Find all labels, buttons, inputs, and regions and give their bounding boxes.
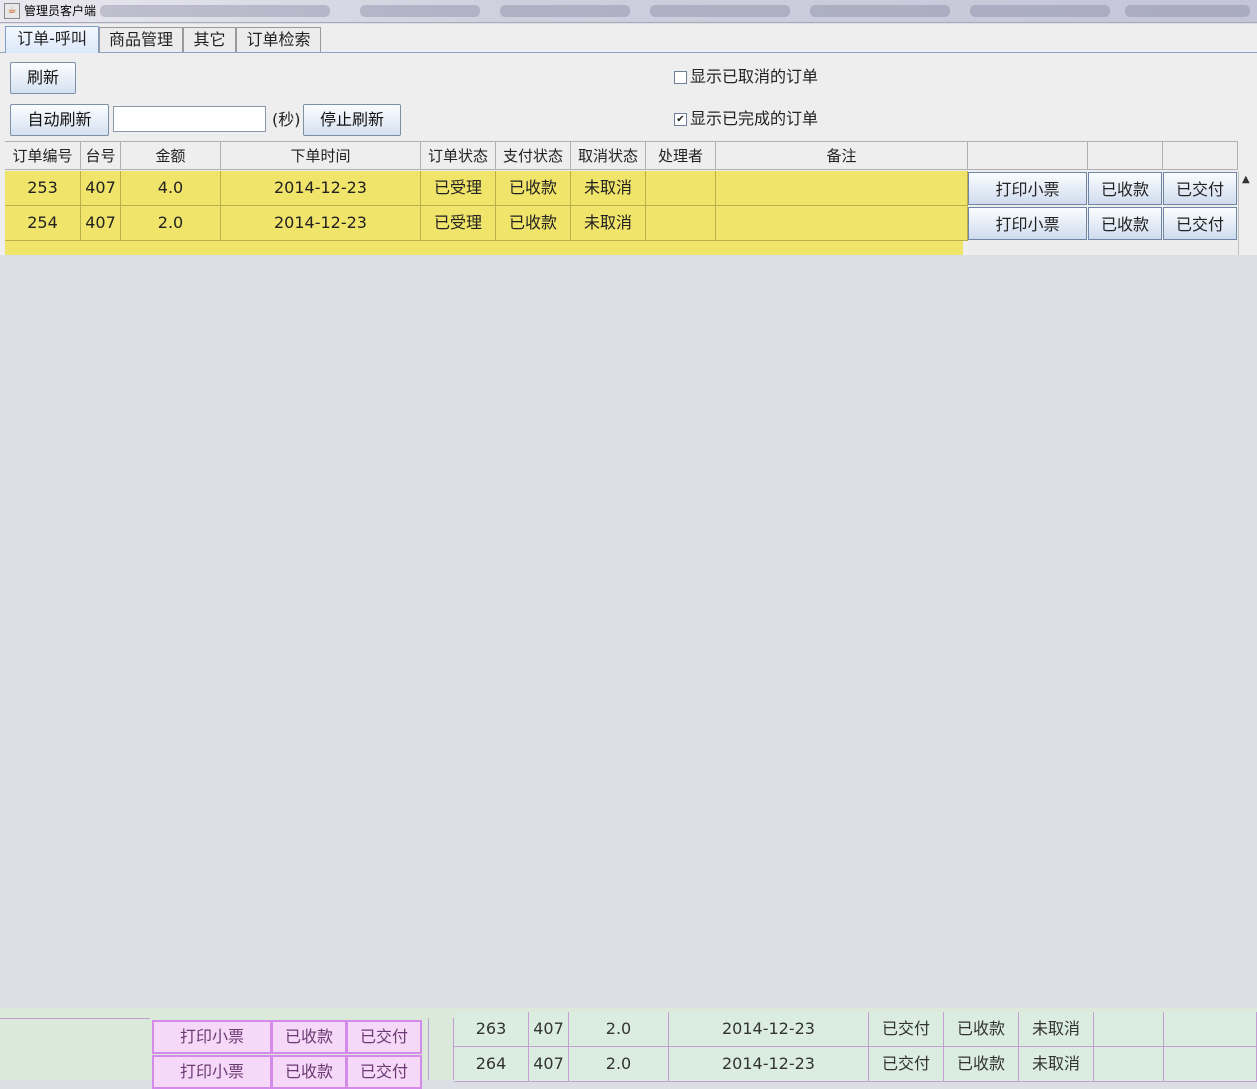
print-receipt-button[interactable]: 打印小票 — [152, 1055, 272, 1089]
cell-order-time: 2014-12-23 — [669, 1012, 869, 1047]
blurred-taskbar-region — [970, 5, 1110, 17]
scroll-up-arrow-icon[interactable]: ▲ — [1242, 174, 1250, 185]
col-delivered-action[interactable] — [1163, 141, 1238, 170]
blurred-taskbar-region — [650, 5, 790, 17]
cell-order-status: 已交付 — [869, 1012, 944, 1047]
cell-amount: 2.0 — [121, 206, 221, 241]
print-receipt-button[interactable]: 打印小票 — [152, 1020, 272, 1054]
window-title: 管理员客户端 — [24, 4, 97, 18]
cell-order-id: 253 — [5, 171, 81, 206]
show-cancelled-label: 显示已取消的订单 — [690, 67, 819, 86]
cell-order-id: 254 — [5, 206, 81, 241]
refresh-interval-input[interactable] — [113, 106, 266, 132]
col-paid-action[interactable] — [1088, 141, 1163, 170]
tab-order-call[interactable]: 订单-呼叫 — [5, 26, 99, 53]
refresh-button[interactable]: 刷新 — [10, 62, 76, 94]
cell-amount: 2.0 — [569, 1047, 669, 1082]
cell-order-status: 已受理 — [421, 206, 496, 241]
partial-row-background — [5, 241, 963, 255]
cell-table-no: 407 — [529, 1047, 569, 1082]
cell-cancel-status: 未取消 — [571, 171, 646, 206]
show-cancelled-checkbox[interactable] — [674, 71, 687, 84]
col-table-no[interactable]: 台号 — [81, 141, 121, 170]
col-order-status[interactable]: 订单状态 — [421, 141, 496, 170]
col-amount[interactable]: 金额 — [121, 141, 221, 170]
cell-cancel-status: 未取消 — [571, 206, 646, 241]
cell-table-no: 407 — [81, 171, 121, 206]
bottom-render-fragment: 打印小票 已收款 已交付 打印小票 已收款 已交付 263 407 2.0 20… — [0, 1008, 1257, 1089]
blurred-taskbar-region — [810, 5, 950, 17]
cell-table-no: 407 — [529, 1012, 569, 1047]
cell-order-id: 263 — [454, 1012, 529, 1047]
blurred-taskbar-region — [100, 5, 330, 17]
mark-paid-button[interactable]: 已收款 — [271, 1055, 347, 1089]
col-print-action[interactable] — [968, 141, 1088, 170]
mark-paid-button[interactable]: 已收款 — [271, 1020, 347, 1054]
col-handler[interactable]: 处理者 — [646, 141, 716, 170]
cell-handler — [1094, 1012, 1164, 1047]
blurred-taskbar-region — [1125, 5, 1250, 17]
col-order-time[interactable]: 下单时间 — [221, 141, 421, 170]
tab-other[interactable]: 其它 — [183, 27, 236, 52]
column-divider — [428, 1018, 454, 1080]
print-receipt-button[interactable]: 打印小票 — [968, 172, 1087, 205]
grid-line — [0, 1018, 150, 1019]
cell-pay-status: 已收款 — [496, 171, 571, 206]
mark-paid-button[interactable]: 已收款 — [1088, 207, 1162, 240]
cell-amount: 2.0 — [569, 1012, 669, 1047]
cell-handler — [646, 206, 716, 241]
cell-order-status: 已受理 — [421, 171, 496, 206]
show-completed-checkbox[interactable]: ✔ — [674, 113, 687, 126]
blurred-taskbar-region — [500, 5, 630, 17]
check-mark-icon: ✔ — [676, 114, 685, 125]
cell-handler — [646, 171, 716, 206]
show-completed-label: 显示已完成的订单 — [690, 109, 819, 128]
mark-paid-button[interactable]: 已收款 — [1088, 172, 1162, 205]
tab-order-search[interactable]: 订单检索 — [236, 27, 321, 52]
cell-table-no: 407 — [81, 206, 121, 241]
blurred-taskbar-region — [360, 5, 480, 17]
cell-pay-status: 已收款 — [944, 1012, 1019, 1047]
java-app-icon: ☕ — [4, 3, 20, 19]
col-pay-status[interactable]: 支付状态 — [496, 141, 571, 170]
col-note[interactable]: 备注 — [716, 141, 968, 170]
auto-refresh-button[interactable]: 自动刷新 — [10, 104, 109, 136]
cell-order-time: 2014-12-23 — [669, 1047, 869, 1082]
mark-delivered-button[interactable]: 已交付 — [346, 1055, 422, 1089]
main-tabbar: 订单-呼叫 商品管理 其它 订单检索 — [0, 24, 1257, 53]
cell-cancel-status: 未取消 — [1019, 1047, 1094, 1082]
cell-note — [1164, 1012, 1257, 1047]
cell-note — [716, 206, 968, 241]
cell-note — [716, 171, 968, 206]
cell-handler — [1094, 1047, 1164, 1082]
table-scrollbar[interactable]: ▲ — [1238, 171, 1255, 255]
stop-refresh-button[interactable]: 停止刷新 — [303, 104, 401, 136]
col-cancel-status[interactable]: 取消状态 — [571, 141, 646, 170]
partial-row-buttons — [968, 241, 1238, 255]
cell-cancel-status: 未取消 — [1019, 1012, 1094, 1047]
cell-order-time: 2014-12-23 — [221, 206, 421, 241]
tab-product-management[interactable]: 商品管理 — [99, 27, 183, 52]
cell-pay-status: 已收款 — [496, 206, 571, 241]
seconds-label: (秒) — [272, 110, 301, 129]
cell-order-time: 2014-12-23 — [221, 171, 421, 206]
window-titlebar: ☕ 管理员客户端 — [0, 0, 1257, 23]
print-receipt-button[interactable]: 打印小票 — [968, 207, 1087, 240]
cell-order-id: 264 — [454, 1047, 529, 1082]
table-row-partial — [5, 241, 1238, 255]
cell-pay-status: 已收款 — [944, 1047, 1019, 1082]
mark-delivered-button[interactable]: 已交付 — [1163, 172, 1237, 205]
cell-amount: 4.0 — [121, 171, 221, 206]
mark-delivered-button[interactable]: 已交付 — [346, 1020, 422, 1054]
col-order-id[interactable]: 订单编号 — [5, 141, 81, 170]
cell-note — [1164, 1047, 1257, 1082]
mark-delivered-button[interactable]: 已交付 — [1163, 207, 1237, 240]
cell-order-status: 已交付 — [869, 1047, 944, 1082]
